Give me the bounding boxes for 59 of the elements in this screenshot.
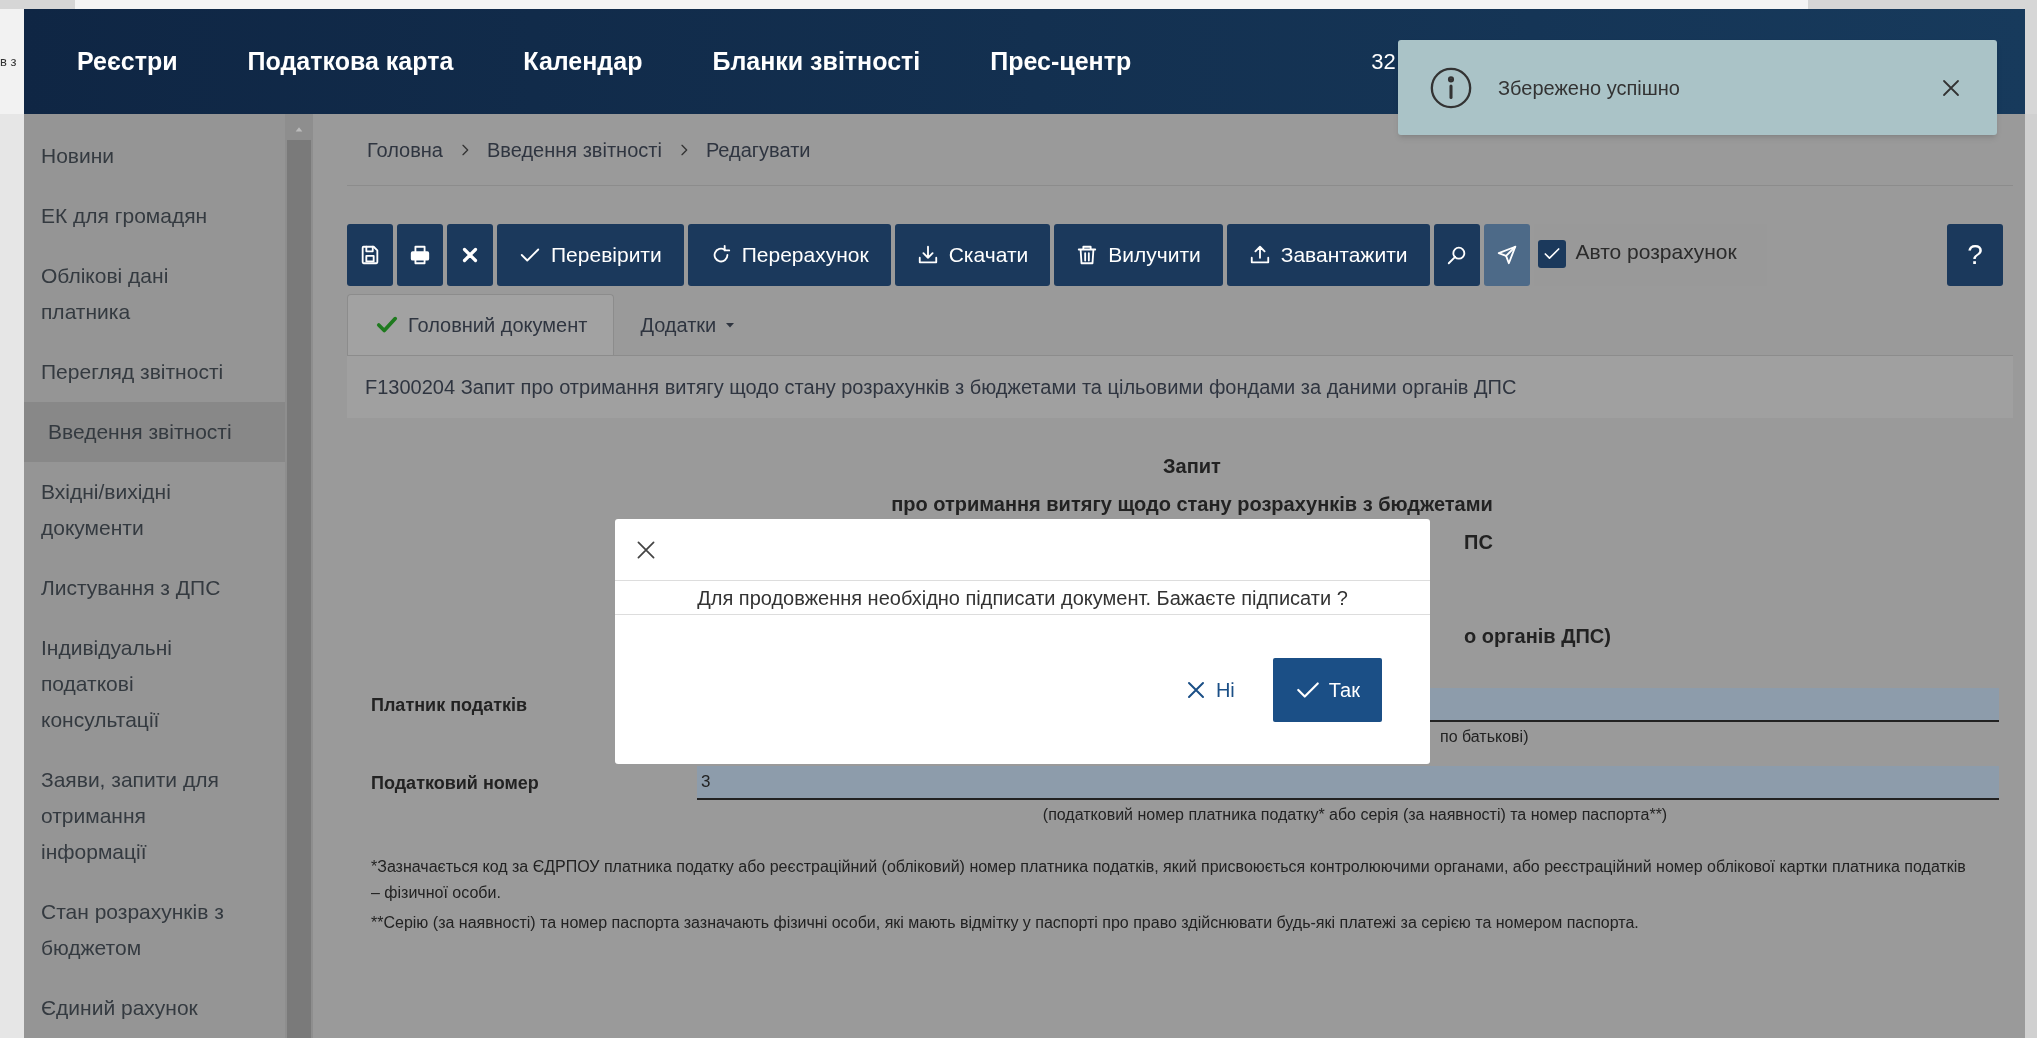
icon-button[interactable] [397,224,443,286]
toolbar-button[interactable]: Скачати [894,224,1051,286]
save-icon [359,244,381,266]
heading-text: Запит [1163,455,1221,477]
footnote-text: **Серію (за наявності) та номер паспорта зазначають фізичні особи, які мають відмітку у паспорті про право здійснювати будь-які платежі за серією та номером паспорта. [371,913,1640,933]
sidebar-item[interactable]: ЕК для громадян [24,186,285,246]
tab[interactable]: Додатки [614,294,763,355]
breadcrumb-link[interactable]: Головна [367,134,443,165]
sidebar-item[interactable]: Введення звітності [24,402,285,462]
toolbar-button[interactable]: Вилучити [1054,224,1223,286]
document-title: F1300204 Запит про отримання витягу щодо стану розрахунків з бюджетами та цільовими фондами за даними органів ДПС [365,375,1517,400]
toolbar-button[interactable]: Перевірити [497,224,684,286]
icon-button[interactable] [347,224,393,286]
field-hint: по батькові) [1440,727,1529,747]
nav-link[interactable]: Прес-центр [990,42,1132,81]
upload-icon [1248,244,1271,266]
cancel-button[interactable]: Ні [1181,657,1237,722]
footnote-text: *Зазначається код за ЄДРПОУ платника податку або реєстраційний (обліковий) номер платника податків, який присвоюється контролюючими органами, або реєстраційний номер облікової картки платника податків – фізичної особи. [371,857,1967,903]
dialog-message: Для продовження необхідно підписати документ. Бажаєте підписати ? [697,585,1348,611]
help-button[interactable]: ? [1947,224,2003,286]
sidebar-item[interactable]: Новини [24,126,285,186]
toast-message: Збережено успішно [1498,75,1681,101]
toolbar-button[interactable]: Завантажити [1226,224,1430,286]
heading-text: про отримання витягу щодо стану розрахунків з бюджетами [891,493,1493,515]
confirm-button[interactable]: Так [1272,657,1382,722]
nav-link[interactable]: Календар [523,42,643,81]
sidebar-item[interactable]: Індивідуальні податкові консультації [24,618,285,750]
sidebar-item[interactable]: Єдиний рахунок [24,978,285,1038]
input-field[interactable]: 3 [697,766,1999,800]
breadcrumb-link[interactable]: Редагувати [705,134,811,165]
tab[interactable]: Головний документ [347,294,615,355]
send-icon [1495,244,1518,266]
toolbar-button[interactable]: Перерахунок [687,224,891,286]
field-label: Платник податків [371,693,529,717]
checkbox-label: Авто розрахунок [1575,239,1737,265]
sidebar-item[interactable]: Заяви, запити для отримання інформації [24,750,285,882]
account-text: 32 [1371,47,1396,76]
heading-text: ПС [1464,531,1493,553]
sidebar-item[interactable]: Перегляд звітності [24,342,285,402]
field-label: Податковий номер [371,771,540,795]
nav-link[interactable]: Реєстри [77,42,178,81]
sidebar-item[interactable]: Облікові дані платника [24,246,285,342]
printer-icon [409,244,431,266]
checkbox[interactable] [1537,240,1566,268]
nav-link[interactable]: Бланки звітності [712,42,921,81]
icon-button[interactable] [1483,224,1530,286]
sidebar-item[interactable]: Листування з ДПС [24,558,285,618]
breadcrumb-link[interactable]: Введення звітності [487,134,662,165]
trash-icon [1076,244,1099,266]
field-hint: (податковий номер платника податку* або серія (за наявності) та номер паспорта**) [1042,805,1668,825]
nav-link[interactable]: Податкова карта [247,42,454,81]
sidebar-item[interactable]: Вхідні/вихідні документи [24,462,285,558]
sidebar-item[interactable]: Стан розрахунків з бюджетом [24,882,285,978]
search-icon [1445,244,1468,266]
icon-button[interactable] [447,224,493,286]
icon-button[interactable] [1433,224,1480,286]
heading-text: о органів ДПС) [1464,625,1611,647]
download-icon [916,244,939,266]
background-text: в з [0,52,17,71]
